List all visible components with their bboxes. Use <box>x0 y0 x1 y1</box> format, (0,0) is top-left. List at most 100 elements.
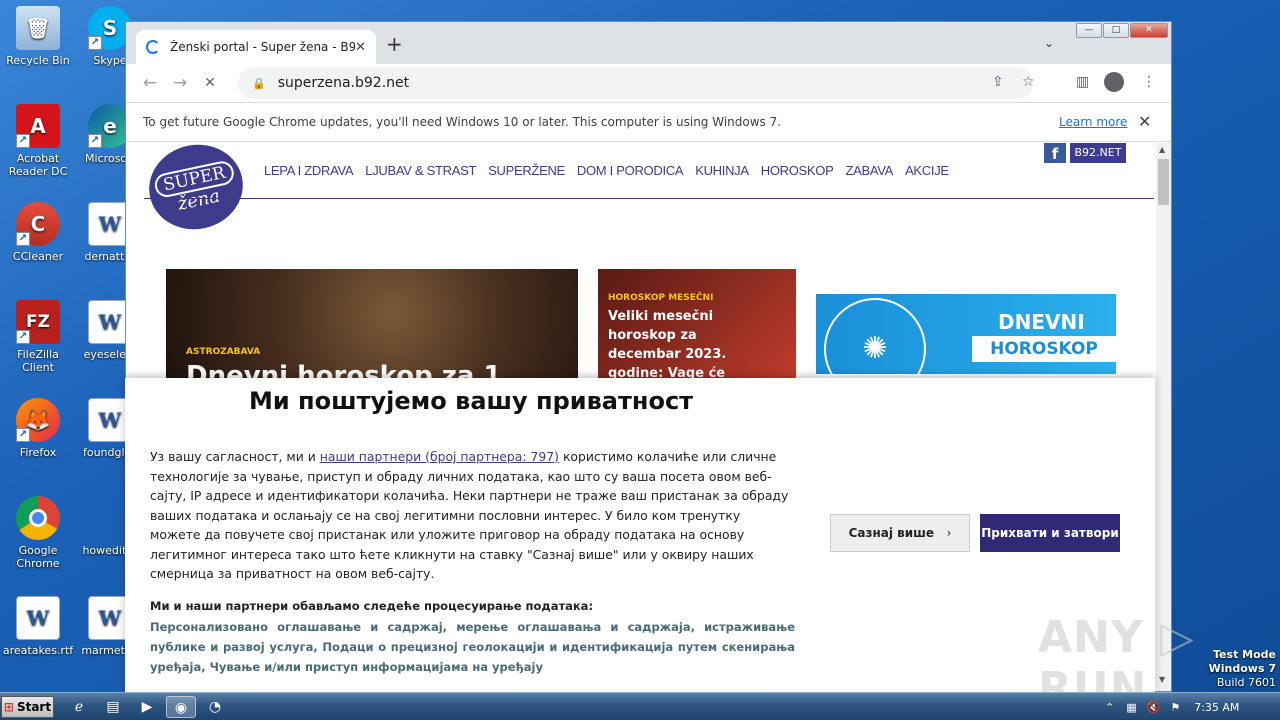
clock[interactable]: 7:35 AM <box>1194 701 1239 714</box>
bookmark-star-icon[interactable]: ☆ <box>1022 74 1035 90</box>
forward-icon[interactable]: → <box>165 73 195 93</box>
recycle-bin-icon: 🗑 <box>16 6 60 50</box>
taskbar: ⊞ Start ℯ ▤ ▶ ◉ ◔ ⌃ ▦ 🔇 ⚑ 7:35 AM <box>0 692 1280 720</box>
nav-item-akcije[interactable]: AKCIJE <box>905 163 949 178</box>
explorer-taskbar-icon[interactable]: ▤ <box>100 696 126 718</box>
profile-avatar-icon[interactable] <box>1104 72 1124 92</box>
nav-item-kuhinja[interactable]: KUHINJA <box>695 163 749 178</box>
privacy-consent-dialog: Ми поштујемо вашу приватност Уз вашу саг… <box>125 378 1155 692</box>
update-infobar: To get future Google Chrome updates, you… <box>126 102 1171 142</box>
test-mode-notice: Test Mode Windows 7 Build 7601 <box>1200 648 1276 690</box>
new-tab-button[interactable]: + <box>386 32 403 56</box>
purposes-list: Персонализовано оглашавање и садржај, ме… <box>150 620 795 674</box>
desktop-icon-label: areatakes.rtf <box>2 644 74 657</box>
facebook-icon[interactable]: f <box>1044 143 1066 163</box>
desktop-icon-label: Google Chrome <box>16 544 60 570</box>
desktop-icon-acrobat[interactable]: A ↗ Acrobat Reader DC <box>0 104 76 178</box>
chrome-taskbar-icon[interactable]: ◉ <box>166 696 196 718</box>
consent-body-text: Уз вашу сагласност, ми и <box>150 449 320 464</box>
desktop-icon-label: Recycle Bin <box>6 54 70 67</box>
test-mode-line: Build 7601 <box>1216 676 1276 689</box>
learn-more-button[interactable]: Сазнај више › <box>830 514 970 552</box>
learn-more-label: Сазнај више <box>848 526 935 540</box>
menu-kebab-icon[interactable]: ⋮ <box>1142 74 1156 90</box>
desktop-icon-label: FileZilla Client <box>17 348 59 374</box>
start-button[interactable]: ⊞ Start <box>1 696 54 718</box>
tab-search-chevron-icon[interactable]: ⌄ <box>1044 36 1054 50</box>
nav-divider <box>144 198 1154 199</box>
banner-line2: HOROSKOP <box>972 336 1116 362</box>
infobar-close-icon[interactable]: ✕ <box>1138 112 1151 131</box>
consent-body: Уз вашу сагласност, ми и наши партнери (… <box>150 447 790 584</box>
banner-line1: DNEVNI <box>998 310 1085 334</box>
url-text: superzena.b92.net <box>277 75 410 91</box>
lock-icon: 🔒 <box>252 76 266 90</box>
desktop-icon-label: CCleaner <box>12 250 64 263</box>
test-mode-line: Test Mode <box>1213 648 1276 661</box>
page-scrollbar[interactable]: ▲ ▼ <box>1156 143 1171 691</box>
scroll-up-icon[interactable]: ▲ <box>1159 145 1165 154</box>
word-document-icon: W <box>16 596 60 640</box>
tab-active[interactable]: Ženski portal - Super žena - B92.net ✕ <box>136 30 376 64</box>
network-icon[interactable]: ▦ <box>1126 701 1136 714</box>
acrobat-icon: A ↗ <box>16 104 60 148</box>
media-player-taskbar-icon[interactable]: ▶ <box>134 696 160 718</box>
main-nav: LEPA I ZDRAVA LJUBAV & STRAST SUPERŽENE … <box>264 163 961 178</box>
b92-link[interactable]: B92.NET <box>1070 143 1126 163</box>
zodiac-wheel-icon: ✺ <box>824 298 926 374</box>
chevron-right-icon: › <box>946 526 952 540</box>
loading-spinner-icon <box>146 40 160 54</box>
nav-item-superzene[interactable]: SUPERŽENE <box>488 163 565 178</box>
accept-and-close-button[interactable]: Прихвати и затвори <box>980 514 1120 552</box>
nav-item-zabava[interactable]: ZABAVA <box>845 163 893 178</box>
edge-taskbar-icon[interactable]: ◔ <box>202 696 228 718</box>
windows-logo-icon: ⊞ <box>3 700 14 714</box>
volume-icon[interactable]: 🔇 <box>1147 701 1161 714</box>
article-kicker: ASTROZABAVA <box>186 347 261 357</box>
window-maximize-button[interactable]: □ <box>1103 23 1129 38</box>
filezilla-icon: FZ ↗ <box>16 300 60 344</box>
window-close-button[interactable]: ✕ <box>1130 23 1168 38</box>
desktop-icon-areatakes[interactable]: W areatakes.rtf <box>0 596 76 657</box>
desktop-icon-filezilla[interactable]: FZ ↗ FileZilla Client <box>0 300 76 374</box>
browser-toolbar: ← → ✕ 🔒 superzena.b92.net ⇪ ☆ ▥ ⋮ <box>126 64 1171 102</box>
tab-title: Ženski portal - Super žena - B92.net <box>170 40 355 54</box>
back-icon[interactable]: ← <box>135 73 165 93</box>
desktop-icon-label: Acrobat Reader DC <box>8 152 68 178</box>
ie-taskbar-icon[interactable]: ℯ <box>66 696 92 718</box>
ccleaner-icon: C ↗ <box>16 202 60 246</box>
article-headline: Dnevni horoskop za 1 <box>186 361 502 379</box>
partners-link[interactable]: наши партнери (број партнера: 797) <box>320 449 559 464</box>
nav-item-lepa-i-zdrava[interactable]: LEPA I ZDRAVA <box>264 163 354 178</box>
desktop-icon-ccleaner[interactable]: C ↗ CCleaner <box>0 202 76 263</box>
chrome-icon <box>16 496 60 540</box>
tab-close-icon[interactable]: ✕ <box>355 40 366 55</box>
purposes-title: Ми и наши партнери обављамо следеће проц… <box>150 599 594 613</box>
nav-item-horoskop[interactable]: HOROSKOP <box>761 163 834 178</box>
article-card-astrozabava[interactable]: ASTROZABAVA Dnevni horoskop za 1 <box>166 269 578 379</box>
system-tray: ⌃ ▦ 🔇 ⚑ 7:35 AM <box>1105 693 1280 720</box>
dnevni-horoskop-banner[interactable]: ✺ DNEVNI HOROSKOP <box>816 294 1116 374</box>
superzena-logo[interactable]: SUPER žena <box>141 143 251 238</box>
stop-loading-icon[interactable]: ✕ <box>195 75 225 91</box>
flag-icon[interactable]: ⚑ <box>1170 701 1180 714</box>
consent-title: Ми поштујемо вашу приватност <box>249 387 694 415</box>
share-icon[interactable]: ⇪ <box>992 74 1004 90</box>
learn-more-link[interactable]: Learn more <box>1059 115 1127 129</box>
article-kicker: HOROSKOP MESEČNI <box>608 293 714 303</box>
window-minimize-button[interactable]: — <box>1076 23 1102 38</box>
test-mode-line: Windows 7 <box>1208 662 1276 675</box>
side-panel-icon[interactable]: ▥ <box>1076 74 1089 90</box>
nav-item-ljubav-strast[interactable]: LJUBAV & STRAST <box>365 163 476 178</box>
tray-expand-icon[interactable]: ⌃ <box>1105 701 1114 714</box>
nav-item-dom-i-porodica[interactable]: DOM I PORODICA <box>577 163 684 178</box>
firefox-icon: 🦊 ↗ <box>16 398 60 442</box>
desktop-icon-firefox[interactable]: 🦊 ↗ Firefox <box>0 398 76 459</box>
article-card-horoskop-mesecni[interactable]: HOROSKOP MESEČNI Veliki mesečni horoskop… <box>598 269 796 379</box>
desktop-icon-recycle-bin[interactable]: 🗑 Recycle Bin <box>0 6 76 67</box>
article-headline: Veliki mesečni horoskop za decembar 2023… <box>608 309 727 379</box>
scrollbar-thumb[interactable] <box>1158 159 1169 205</box>
consent-body-text: користимо колачиће или сличне технологиј… <box>150 449 789 581</box>
address-bar[interactable]: 🔒 superzena.b92.net ⇪ ☆ <box>238 67 1035 99</box>
desktop-icon-chrome[interactable]: Google Chrome <box>0 496 76 570</box>
